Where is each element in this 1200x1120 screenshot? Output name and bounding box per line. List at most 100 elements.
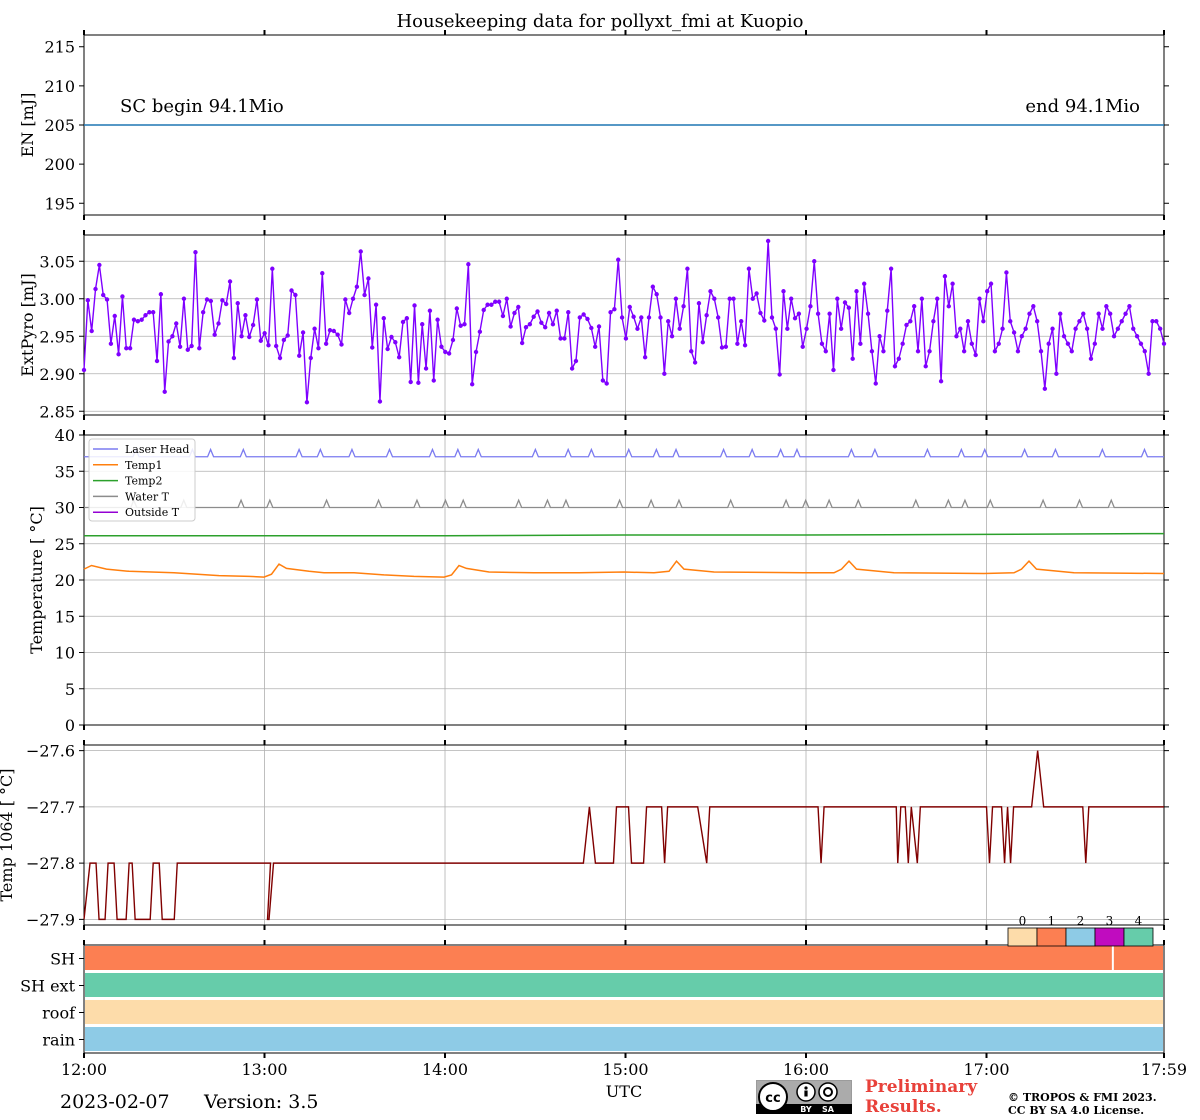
extpyro-point: [869, 349, 875, 354]
extpyro-point: [1023, 326, 1028, 331]
temperature-ytick-label: 5: [65, 680, 75, 699]
extpyro-point: [1131, 326, 1136, 331]
preliminary-line-1: Preliminary: [865, 1077, 978, 1097]
extpyro-point: [543, 325, 548, 330]
extpyro-point: [677, 326, 682, 331]
extpyro-point: [977, 296, 982, 301]
extpyro-point: [1031, 304, 1036, 309]
extpyro-point: [493, 299, 498, 304]
extpyro-point: [1119, 319, 1124, 324]
extpyro-point: [227, 279, 233, 284]
extpyro-point: [220, 298, 225, 303]
extpyro-point: [408, 379, 413, 385]
extpyro-point: [992, 349, 998, 354]
extpyro-point: [585, 316, 590, 322]
extpyro-point: [554, 308, 559, 313]
status-legend-label: 0: [1019, 914, 1027, 928]
extpyro-point: [423, 366, 429, 371]
extpyro-point: [846, 305, 852, 310]
extpyro-point: [961, 349, 967, 354]
extpyro-point: [189, 343, 194, 349]
extpyro-point: [1027, 311, 1032, 316]
extpyro-point: [569, 366, 575, 371]
extpyro-point: [1038, 349, 1044, 354]
temp1064-ylabel: Temp 1064 [ °C]: [0, 768, 16, 901]
extpyro-point: [101, 292, 106, 298]
extpyro-point: [827, 311, 832, 316]
extpyro-point: [935, 296, 940, 301]
extpyro-point: [996, 341, 1001, 346]
status-legend-label: 1: [1048, 914, 1056, 928]
extpyro-point: [804, 326, 809, 331]
extpyro-point: [719, 345, 725, 350]
temp1-line: [83, 559, 1165, 578]
extpyro-point: [708, 289, 713, 294]
extpyro-point: [469, 382, 475, 387]
extpyro-point: [370, 345, 375, 350]
footer-version: Version: 3.5: [204, 1091, 319, 1113]
extpyro-point: [862, 281, 867, 286]
extpyro-point: [335, 332, 340, 337]
extpyro-point: [965, 319, 971, 324]
extpyro-point: [969, 341, 975, 346]
extpyro-point: [662, 371, 667, 376]
extpyro-ytick-label: 2.85: [39, 402, 75, 421]
extpyro-point: [781, 289, 786, 294]
extpyro-point: [346, 310, 352, 316]
extpyro-point: [516, 304, 521, 310]
extpyro-point: [508, 324, 513, 329]
extpyro-point: [1127, 304, 1132, 309]
extpyro-point: [435, 317, 440, 322]
extpyro-point: [723, 344, 729, 349]
temperature-ytick-label: 10: [55, 644, 75, 663]
extpyro-point: [239, 334, 244, 339]
extpyro-point: [316, 346, 321, 351]
cc-badge-cc: cc: [765, 1091, 780, 1106]
extpyro-point: [946, 304, 951, 309]
extpyro-point: [181, 296, 187, 301]
temp1064-frame: [83, 744, 1165, 926]
extpyro-point: [281, 337, 287, 343]
extpyro-point: [715, 315, 721, 320]
extpyro-point: [1107, 311, 1113, 316]
extpyro-point: [658, 315, 663, 320]
extpyro-point: [896, 356, 902, 361]
extpyro-ytick-label: 2.90: [39, 365, 75, 384]
extpyro-point: [97, 262, 102, 268]
extpyro-point: [277, 355, 283, 361]
extpyro-point: [427, 308, 433, 313]
status-legend-swatch: [1123, 927, 1154, 947]
extpyro-point: [739, 319, 744, 324]
extpyro-point: [162, 389, 167, 394]
extpyro-ytick-label: 2.95: [39, 327, 75, 346]
extpyro-point: [1081, 311, 1086, 316]
extpyro-point: [131, 317, 137, 322]
extpyro-point: [1054, 371, 1059, 376]
extpyro-point: [254, 297, 260, 302]
extpyro-point: [562, 336, 567, 341]
extpyro-point: [669, 334, 675, 339]
extpyro-point: [746, 266, 752, 271]
extpyro-point: [612, 307, 617, 312]
extpyro-point: [527, 322, 533, 327]
extpyro-point: [454, 306, 460, 311]
extpyro-point: [1061, 334, 1067, 339]
extpyro-point: [1154, 319, 1159, 324]
extpyro-point: [500, 313, 506, 319]
cc-badge-sa: SA: [822, 1105, 835, 1114]
extpyro-point: [147, 310, 152, 315]
extpyro-point: [850, 356, 855, 361]
extpyro-point: [243, 313, 248, 318]
extpyro-point: [535, 309, 540, 314]
extpyro-point: [185, 347, 190, 352]
extpyro-point: [988, 281, 994, 286]
extpyro-point: [589, 325, 594, 331]
extpyro-point: [300, 330, 306, 335]
extpyro-point: [831, 367, 836, 373]
extpyro-point: [273, 343, 279, 349]
extpyro-point: [112, 313, 117, 319]
extpyro-point: [262, 331, 267, 336]
temperature-ytick-label: 35: [55, 462, 75, 481]
extpyro-point: [135, 319, 141, 324]
legend-label-outside_t: Outside T: [125, 506, 180, 519]
